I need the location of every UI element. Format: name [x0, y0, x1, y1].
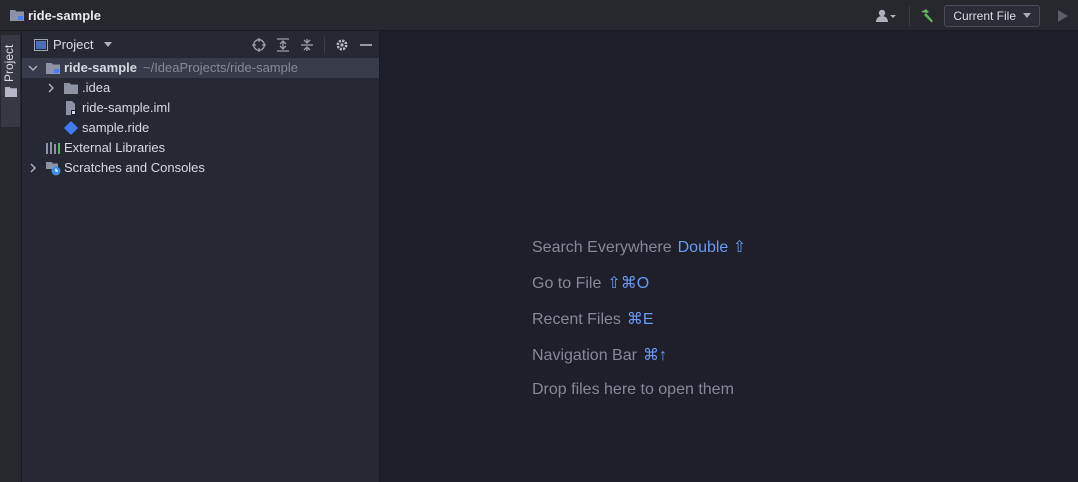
project-name: ride-sample — [28, 7, 101, 23]
tree-item-label: External Libraries — [64, 140, 166, 155]
tree-item-label: ride-sample.iml — [82, 100, 171, 115]
hint-shortcut: Double ⇧ — [677, 239, 747, 256]
hint-shortcut: ⌘E — [626, 311, 654, 328]
editor-empty-state: Search Everywhere Double ⇧ Go to File ⇧⌘O … — [381, 31, 1078, 482]
run-configuration-dropdown[interactable]: Current File — [944, 4, 1040, 27]
locate-icon[interactable] — [252, 37, 266, 52]
build-button[interactable] — [918, 4, 936, 28]
hint-recent-files: Recent Files ⌘E — [532, 309, 654, 329]
tree-row-iml[interactable]: ride-sample.iml — [22, 98, 379, 118]
project-name-widget[interactable]: ride-sample — [10, 8, 101, 23]
project-view-selector[interactable]: Project — [34, 37, 113, 52]
expand-all-icon[interactable] — [276, 37, 290, 52]
run-icon — [1058, 9, 1068, 22]
folder-icon — [5, 87, 17, 97]
collapse-all-icon[interactable] — [300, 38, 314, 52]
project-tool-tab-label: Project — [2, 44, 16, 82]
hint-search-everywhere: Search Everywhere Double ⇧ — [532, 237, 746, 257]
project-panel-header: Project — [22, 31, 379, 58]
folder-icon — [64, 83, 78, 94]
chevron-down-icon[interactable] — [28, 63, 38, 73]
chevron-down-icon — [1023, 13, 1031, 18]
tree-row-ride-sample[interactable]: ride-sample ~/IdeaProjects/ride-sample — [22, 58, 379, 78]
scratches-icon — [46, 162, 61, 176]
hint-text: Search Everywhere — [532, 239, 672, 256]
user-icon — [876, 9, 897, 22]
hint-shortcut: ⌘↑ — [642, 347, 667, 364]
hide-icon[interactable] — [359, 38, 373, 52]
folder-module-icon — [46, 63, 60, 74]
tree-row-idea[interactable]: .idea — [22, 78, 379, 98]
chevron-right-icon[interactable] — [28, 163, 38, 173]
project-view-title: Project — [53, 37, 94, 52]
ride-file-icon — [64, 121, 78, 135]
tree-row-sample-ride[interactable]: sample.ride — [22, 118, 379, 138]
toolbar-separator — [324, 36, 325, 53]
tree-item-label: sample.ride — [82, 120, 150, 135]
gear-icon[interactable] — [335, 38, 349, 52]
folder-module-icon — [10, 10, 24, 21]
account-button[interactable] — [871, 4, 901, 28]
hint-navigation-bar: Navigation Bar ⌘↑ — [532, 345, 667, 365]
hint-go-to-file: Go to File ⇧⌘O — [532, 273, 649, 293]
module-file-icon — [66, 101, 76, 115]
project-tool-tab[interactable]: Project — [1, 35, 20, 127]
project-panel: Project ride-sample ~/IdeaProjects/ride-s… — [22, 31, 380, 482]
chevron-down-icon — [104, 42, 113, 47]
chevron-right-icon[interactable] — [46, 83, 56, 93]
hint-text: Navigation Bar — [532, 347, 637, 364]
run-configuration-label: Current File — [953, 8, 1016, 23]
project-tree: ride-sample ~/IdeaProjects/ride-sample .i… — [22, 58, 379, 178]
tree-item-path: ~/IdeaProjects/ride-sample — [142, 60, 298, 75]
title-bar: ride-sample Current File — [0, 0, 1078, 31]
tree-item-label: .idea — [82, 80, 111, 95]
project-window-icon — [34, 38, 48, 51]
hammer-icon — [921, 8, 934, 22]
hint-drop-files: Drop files here to open them — [532, 381, 734, 399]
tree-row-external-libraries[interactable]: External Libraries — [22, 138, 379, 158]
tree-item-label: ride-sample — [64, 60, 137, 75]
run-button[interactable] — [1048, 4, 1078, 28]
toolbar-separator — [909, 5, 911, 26]
libraries-icon — [46, 142, 60, 154]
left-tool-strip: Project — [0, 31, 22, 482]
hint-text: Recent Files — [532, 311, 621, 328]
tree-row-scratches[interactable]: Scratches and Consoles — [22, 158, 379, 178]
hint-shortcut: ⇧⌘O — [607, 275, 650, 292]
hint-text: Drop files here to open them — [532, 381, 734, 398]
hint-text: Go to File — [532, 275, 602, 292]
tree-item-label: Scratches and Consoles — [64, 160, 205, 175]
